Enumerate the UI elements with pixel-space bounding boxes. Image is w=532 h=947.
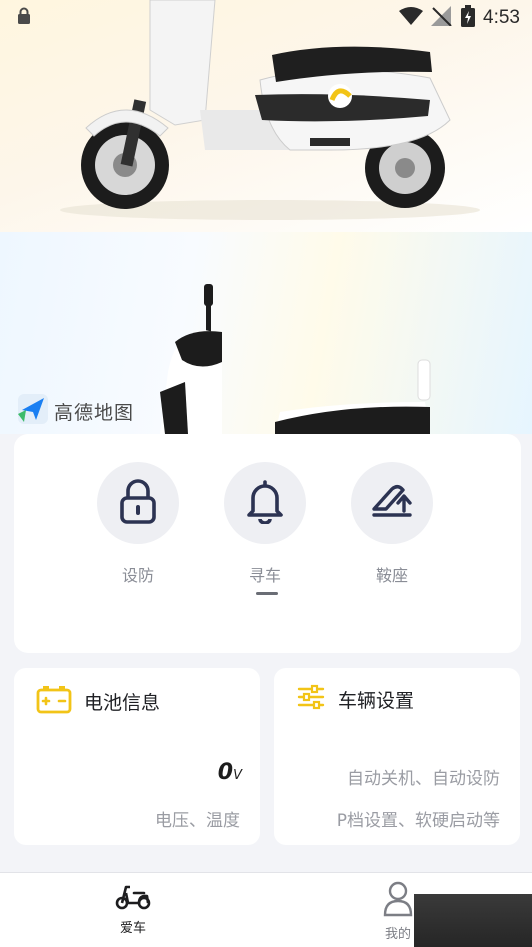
arm-label: 设防 <box>121 566 154 585</box>
settings-line-2: P档设置、软硬启动等 <box>336 811 500 831</box>
bell-icon <box>245 478 285 528</box>
status-bar: 4:53 <box>0 0 532 36</box>
person-icon <box>383 881 413 921</box>
find-car-label: 寻车 <box>248 566 281 585</box>
seat-button[interactable]: 鞍座 <box>350 462 434 586</box>
find-car-button[interactable]: 寻车 <box>223 462 307 586</box>
hero-banner: 4:53 <box>0 0 532 232</box>
signal-icon <box>431 6 453 30</box>
sliders-icon <box>296 684 326 714</box>
voltage-unit: V <box>233 768 242 783</box>
control-card: 设防 寻车 鞍座 <box>14 434 521 653</box>
amap-arrow-icon <box>16 392 50 430</box>
find-car-button-circle <box>224 462 306 544</box>
scooter-icon <box>114 885 152 915</box>
battery-info-card[interactable]: 电池信息 0V 电压、温度 <box>14 668 260 845</box>
settings-line-1: 自动关机、自动设防 <box>347 769 500 789</box>
arm-button[interactable]: 设防 <box>96 462 180 586</box>
lock-icon <box>119 478 157 528</box>
battery-info-subtitle: 电压、温度 <box>155 811 240 831</box>
seat-icon <box>370 481 414 525</box>
battery-icon <box>461 5 476 31</box>
seat-button-circle <box>351 462 433 544</box>
battery-icon <box>36 684 72 718</box>
voltage-value: 0V <box>218 760 242 785</box>
vehicle-settings-card[interactable]: 车辆设置 自动关机、自动设防 P档设置、软硬启动等 <box>274 668 520 845</box>
screen-overlay <box>414 894 532 947</box>
lock-icon <box>16 7 32 29</box>
page-indicator <box>256 592 278 595</box>
arm-button-circle <box>97 462 179 544</box>
amap-logo: 高德地图 <box>16 392 134 430</box>
status-time: 4:53 <box>483 7 520 28</box>
seat-label: 鞍座 <box>375 566 408 585</box>
voltage-number: 0 <box>217 760 234 785</box>
nav-label-my-car: 爱车 <box>119 921 146 936</box>
nav-item-my-car[interactable]: 爱车 <box>93 881 173 936</box>
battery-info-title: 电池信息 <box>84 691 161 714</box>
wifi-icon <box>399 7 424 29</box>
amap-label: 高德地图 <box>54 401 135 424</box>
vehicle-settings-title: 车辆设置 <box>338 689 415 712</box>
